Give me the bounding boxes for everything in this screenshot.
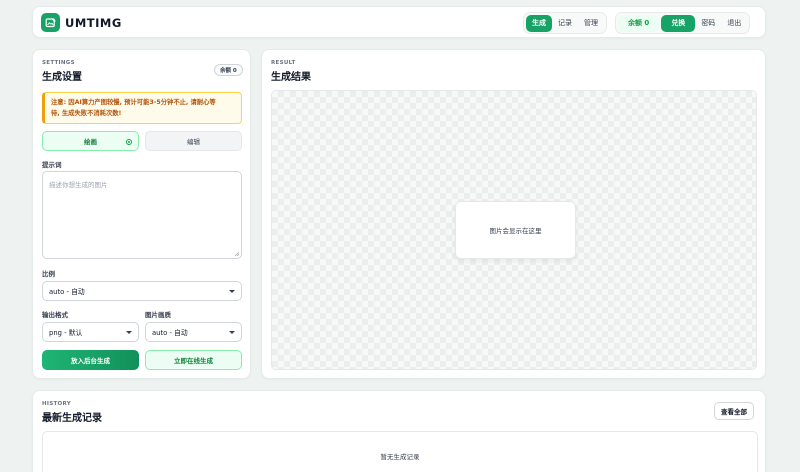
chevron-down-icon [229, 330, 235, 334]
app-header: UMTIMG 生成 记录 管理 余额 0 兑换 密码 退出 [32, 6, 766, 38]
ratio-select[interactable]: auto - 自动 [42, 281, 242, 301]
chevron-down-icon [229, 289, 235, 293]
mode-draw-button[interactable]: 绘画 [42, 131, 139, 151]
account-nav: 余额 0 兑换 密码 退出 [615, 12, 751, 34]
format-select[interactable]: png - 默认 [42, 322, 139, 342]
password-button[interactable]: 密码 [695, 15, 721, 32]
selected-dot-icon [126, 139, 132, 145]
result-placeholder-text: 图片会显示在这里 [489, 227, 542, 235]
logout-button[interactable]: 退出 [721, 15, 747, 32]
result-eyebrow: RESULT [271, 60, 296, 66]
background-generate-button[interactable]: 放入后台生成 [42, 350, 139, 370]
logo-icon[interactable] [41, 13, 60, 32]
mode-edit-button[interactable]: 编辑 [145, 131, 242, 151]
result-panel: RESULT 生成结果 图片会显示在这里 [261, 49, 766, 379]
history-panel: HISTORY 最新生成记录 查看全部 暂无生成记录 [32, 390, 766, 472]
settings-title: 生成设置 [42, 72, 82, 83]
quality-value: auto - 自动 [152, 329, 188, 337]
result-placeholder-card: 图片会显示在这里 [455, 201, 576, 259]
main-nav: 生成 记录 管理 [523, 12, 607, 34]
prompt-label: 提示词 [42, 161, 62, 169]
notice-banner: 注意: 因AI算力产图较慢, 预计可能3-5分钟不止, 请耐心等 待, 生成失败… [42, 92, 242, 124]
nav-records[interactable]: 记录 [552, 15, 578, 32]
ratio-value: auto - 自动 [49, 288, 85, 296]
notice-line-1: 注意: 因AI算力产图较慢, 预计可能3-5分钟不止, 请耐心等 [51, 99, 216, 106]
settings-panel: SETTINGS 生成设置 余额 0 注意: 因AI算力产图较慢, 预计可能3-… [32, 49, 251, 379]
history-title: 最新生成记录 [42, 413, 102, 424]
chevron-down-icon [126, 330, 132, 334]
format-value: png - 默认 [49, 329, 83, 337]
redeem-button[interactable]: 兑换 [661, 14, 696, 32]
quality-select[interactable]: auto - 自动 [145, 322, 242, 342]
format-label: 输出格式 [42, 311, 68, 319]
history-list: 暂无生成记录 [42, 431, 758, 472]
notice-line-2: 待, 生成失败不消耗次数! [51, 110, 122, 117]
generate-now-button[interactable]: 立即在线生成 [145, 350, 242, 370]
balance-chip: 余额 0 [214, 64, 243, 76]
view-all-button[interactable]: 查看全部 [714, 402, 754, 420]
history-eyebrow: HISTORY [42, 401, 72, 407]
nav-manage[interactable]: 管理 [578, 15, 604, 32]
balance-display: 余额 0 [618, 14, 660, 32]
nav-generate[interactable]: 生成 [526, 14, 552, 32]
resize-handle-icon[interactable] [234, 251, 239, 256]
quality-label: 图片画质 [145, 311, 171, 319]
ratio-label: 比例 [42, 270, 55, 278]
result-canvas: 图片会显示在这里 [271, 90, 757, 370]
history-empty-text: 暂无生成记录 [380, 453, 420, 461]
brand-name: UMTIMG [65, 16, 122, 30]
settings-eyebrow: SETTINGS [42, 60, 75, 66]
prompt-textarea[interactable]: 描述你想生成的图片 [42, 171, 242, 259]
result-title: 生成结果 [271, 72, 311, 83]
mode-draw-label: 绘画 [84, 138, 97, 146]
image-edit-icon [45, 17, 56, 27]
prompt-placeholder: 描述你想生成的图片 [49, 181, 108, 189]
